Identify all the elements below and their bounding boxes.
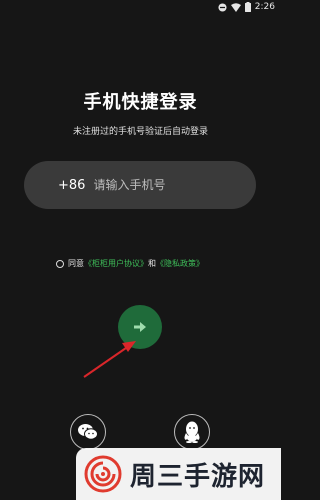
wechat-login-button[interactable] bbox=[70, 414, 106, 450]
agreement-row: 同意 《柜柜用户协议》 和 《隐私政策》 bbox=[56, 258, 204, 269]
annotation-arrow bbox=[83, 341, 136, 378]
page-subtitle: 未注册过的手机号验证后自动登录 bbox=[72, 127, 208, 137]
wifi-icon bbox=[230, 2, 241, 12]
qq-login-button[interactable] bbox=[174, 414, 210, 450]
watermark-text: 周三手游网 bbox=[130, 461, 266, 492]
agree-radio[interactable] bbox=[56, 259, 64, 268]
watermark: 周三手游网 bbox=[76, 448, 281, 500]
country-code[interactable]: +86 bbox=[58, 178, 85, 193]
next-button[interactable] bbox=[118, 305, 162, 349]
page-title: 手机快捷登录 bbox=[83, 92, 198, 113]
arrow-right-icon bbox=[134, 322, 146, 332]
status-bar: 2:26 bbox=[0, 0, 281, 14]
agreement-and: 和 bbox=[148, 259, 156, 268]
status-time: 2:26 bbox=[254, 2, 275, 12]
watermark-logo-icon bbox=[84, 455, 122, 493]
privacy-policy-link[interactable]: 《隐私政策》 bbox=[156, 258, 204, 269]
wechat-icon bbox=[78, 424, 98, 440]
dnd-icon bbox=[218, 2, 227, 12]
battery-icon bbox=[244, 2, 251, 12]
user-agreement-link[interactable]: 《柜柜用户协议》 bbox=[84, 258, 148, 269]
phone-input-container[interactable]: +86 bbox=[24, 161, 256, 209]
phone-input[interactable] bbox=[93, 178, 244, 192]
agree-prefix: 同意 bbox=[68, 259, 84, 268]
qq-icon bbox=[184, 421, 200, 443]
